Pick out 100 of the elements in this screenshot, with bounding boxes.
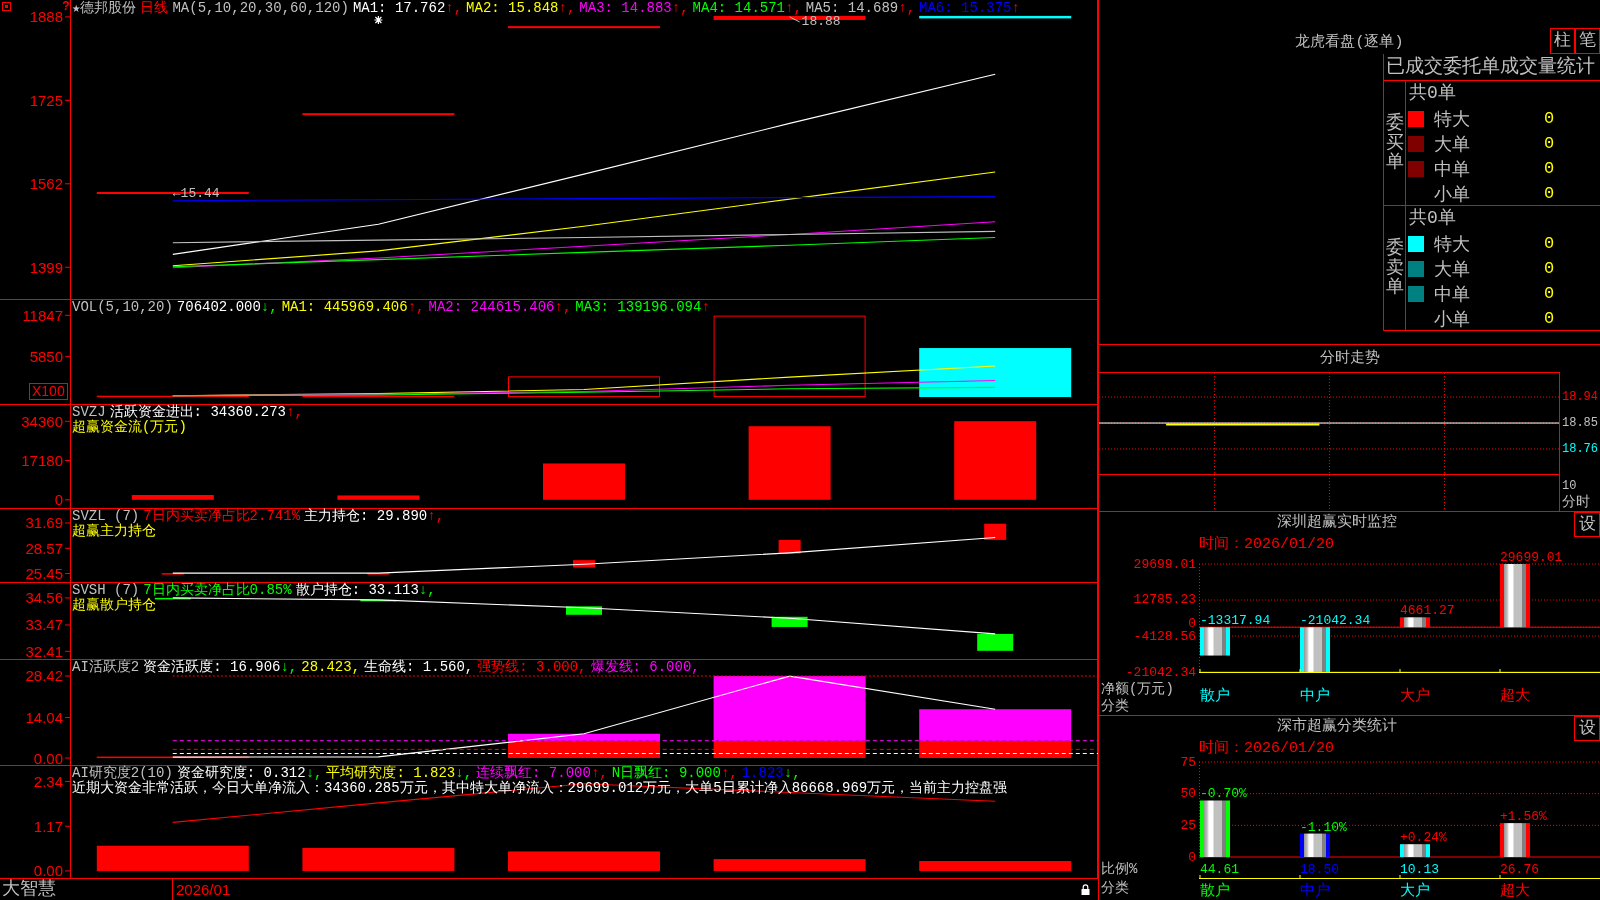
change-label: -0.70% bbox=[1200, 786, 1247, 802]
legend-text: 706402.000 bbox=[176, 300, 261, 315]
trend-arrow: ↑, bbox=[554, 300, 572, 315]
axis-tick-label: 12785.23 bbox=[1133, 592, 1196, 608]
axis-tick-label: 28.57 bbox=[25, 539, 63, 557]
trend-arrow: ↓, bbox=[783, 766, 801, 781]
legend-text: 爆发线: 6.000, bbox=[590, 660, 700, 675]
value-label: -13317.94 bbox=[1200, 613, 1271, 629]
legend-text: 超赢资金流(万元) bbox=[72, 420, 187, 435]
trend-arrow: ↑, bbox=[407, 300, 425, 315]
legend-text: MA6: 15.375 bbox=[919, 1, 1012, 16]
category-label: 中户 bbox=[1300, 883, 1330, 900]
axis-tick-label: 1399 bbox=[29, 258, 63, 276]
value-label: 4661.27 bbox=[1400, 603, 1455, 619]
category-label: 超大 bbox=[1500, 688, 1530, 705]
order-size-label: 特大 bbox=[1434, 108, 1470, 131]
trend-arrow: ↓, bbox=[455, 766, 473, 781]
table-title: 已成交委托单成交量统计 bbox=[1386, 56, 1595, 78]
axis-tick-label: 1.17 bbox=[33, 817, 63, 835]
axis-tick-label: 34360 bbox=[21, 412, 63, 430]
legend-text: MA(5,10,20,30,60,120) bbox=[172, 1, 349, 16]
axis-title: 分类 bbox=[1101, 698, 1129, 714]
trend-arrow: ↑, bbox=[898, 1, 916, 16]
legend-text: 活跃资金进出: 34360.273 bbox=[109, 405, 287, 420]
trend-arrow: ↑, bbox=[558, 1, 576, 16]
legend-text: 7日内买卖净占比0.85% bbox=[143, 583, 292, 598]
period-label: 2026/01 bbox=[172, 879, 234, 900]
value-label: -21042.34 bbox=[1300, 613, 1371, 629]
legend-text: 7日内买卖净占比2.741% bbox=[143, 509, 301, 524]
legend-text: MA2: 244615.406 bbox=[428, 300, 555, 315]
scale-label: X100 bbox=[29, 383, 68, 400]
axis-tick-label: 29699.01 bbox=[1133, 556, 1196, 572]
category-label: 大户 bbox=[1400, 688, 1430, 705]
axis-tick-label: 2.34 bbox=[33, 772, 63, 790]
legend-text: 散户持仓: 33.113 bbox=[295, 583, 419, 598]
axis-tick-label: 75 bbox=[1180, 756, 1196, 770]
legend-text: AI活跃度2 bbox=[72, 660, 140, 675]
axis-title: 净额(万元) bbox=[1101, 681, 1174, 697]
legend-text: MA5: 14.689 bbox=[805, 1, 899, 16]
axis-title: 比例% bbox=[1101, 861, 1138, 877]
trend-arrow: ↑, bbox=[720, 766, 738, 781]
axis-tick-label: 10 bbox=[1562, 479, 1577, 493]
side-label: 委卖单 bbox=[1385, 238, 1404, 299]
axis-tick-label: 34.56 bbox=[25, 589, 63, 607]
legend-text: MA1: 17.762 bbox=[352, 1, 446, 16]
axis-tick-label: -4128.56 bbox=[1133, 628, 1196, 644]
legend-text: MA4: 14.571 bbox=[692, 1, 785, 16]
axis-tick-label: 0 bbox=[54, 491, 63, 509]
trend-arrow: ↓, bbox=[280, 660, 298, 675]
trend-arrow: ↓, bbox=[260, 300, 278, 315]
order-size-label: 小单 bbox=[1434, 308, 1470, 331]
axis-tick-label: 0 bbox=[1188, 849, 1196, 865]
axis-tick-label: 18.94 bbox=[1562, 390, 1598, 405]
order-size-label: 中单 bbox=[1434, 283, 1470, 306]
axis-tick-label: 50 bbox=[1180, 786, 1196, 802]
trend-arrow: ↑ bbox=[701, 300, 710, 315]
trend-arrow: ↑, bbox=[590, 766, 608, 781]
axis-tick-label: 1562 bbox=[29, 175, 63, 193]
axis-tick-label: 14.04 bbox=[25, 709, 63, 726]
axis-tick-label: 31.69 bbox=[25, 514, 63, 532]
value-label: 29699.01 bbox=[1500, 552, 1563, 565]
legend-text: N日飘红: 9.000 bbox=[611, 766, 721, 781]
legend-text: AI研究度2(10) bbox=[72, 766, 173, 781]
axis-tick-label: 0.00 bbox=[33, 749, 63, 766]
axis-tick-label: -21042.34 bbox=[1125, 664, 1196, 680]
order-total: 共0单 bbox=[1409, 83, 1456, 103]
axis-tick-label: 33.47 bbox=[25, 616, 63, 634]
axis-tick-label: 1725 bbox=[29, 91, 63, 109]
legend-text: 强势线: 3.000, bbox=[477, 660, 587, 675]
app-brand-label: 大智慧 bbox=[1, 879, 56, 900]
value-label: 44.61 bbox=[1200, 862, 1239, 877]
axis-tick-label: 11847 bbox=[22, 306, 63, 324]
legend-text: SVZJ bbox=[72, 405, 106, 420]
legend-text: 超赢主力持仓 bbox=[72, 524, 156, 539]
panel-title: 龙虎看盘(逐单) bbox=[1295, 32, 1404, 51]
category-label: 散户 bbox=[1200, 883, 1230, 900]
legend-text: 生命线: 1.560, bbox=[364, 660, 474, 675]
legend-text: 资金活跃度: 16.906 bbox=[143, 660, 281, 675]
legend-text: 超赢散户持仓 bbox=[72, 598, 156, 613]
legend-text: MA2: 15.848 bbox=[466, 1, 559, 16]
trend-arrow: ↑, bbox=[785, 1, 802, 16]
legend-text: 1.823 bbox=[741, 766, 784, 781]
order-count: 0 bbox=[1544, 159, 1555, 178]
legend-text: MA1: 445969.406 bbox=[281, 300, 408, 315]
axis-tick-label: 5850 bbox=[29, 348, 63, 366]
trend-arrow: ↑, bbox=[427, 509, 445, 524]
legend-text: 连续飘红: 7.000 bbox=[476, 766, 591, 781]
trend-arrow: ↑ bbox=[1011, 1, 1020, 16]
time-label: 时间：2026/01/20 bbox=[1199, 536, 1334, 553]
trend-arrow: ↑, bbox=[286, 405, 303, 420]
legend-text: MA3: 14.883 bbox=[579, 1, 672, 16]
change-label: +1.56% bbox=[1500, 809, 1547, 825]
legend-text: 28.423, bbox=[301, 660, 361, 675]
order-count: 0 bbox=[1544, 309, 1555, 328]
order-size-label: 中单 bbox=[1434, 158, 1470, 181]
legend-text: VOL(5,10,20) bbox=[72, 300, 173, 315]
order-count: 0 bbox=[1544, 234, 1555, 253]
time-label: 时间：2026/01/20 bbox=[1199, 740, 1334, 757]
axis-tick-label: 0 bbox=[1188, 615, 1196, 631]
order-count: 0 bbox=[1544, 184, 1555, 203]
